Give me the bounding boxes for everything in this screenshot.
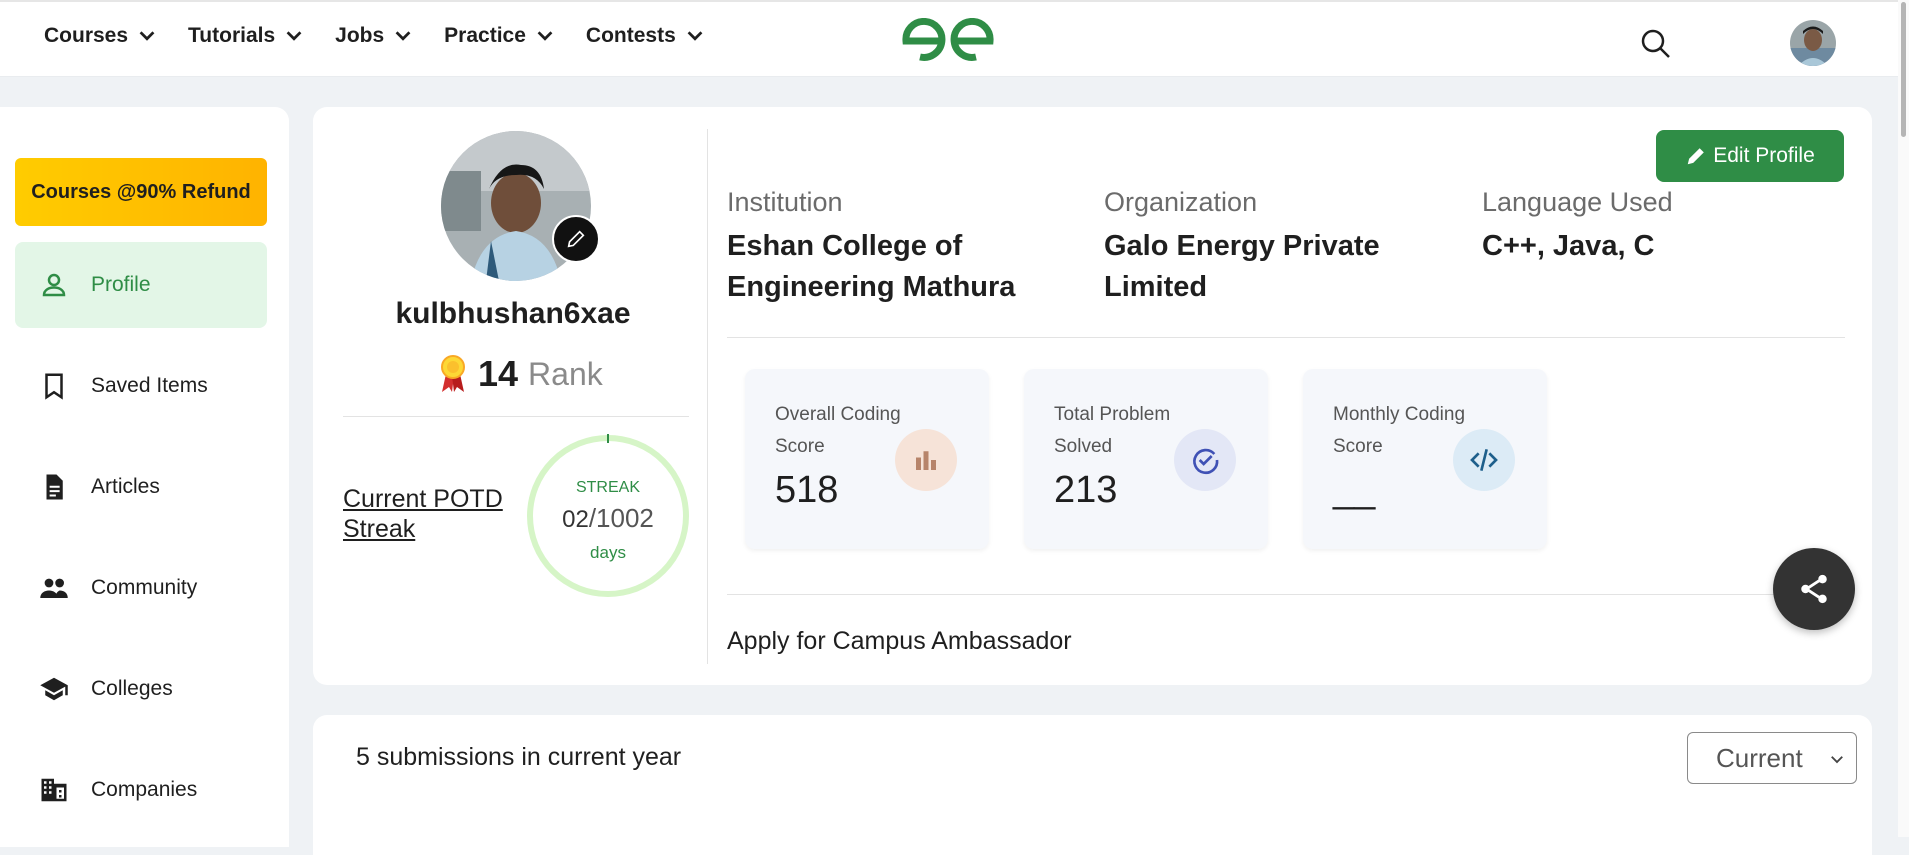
code-icon	[1453, 429, 1515, 491]
nav-practice[interactable]: Practice	[444, 24, 556, 48]
sidebar-item-saved[interactable]: Saved Items	[15, 343, 267, 429]
score-value: 518	[775, 469, 839, 511]
rank-row: 14 Rank	[438, 353, 603, 395]
score-title: Total Problem Solved	[1054, 404, 1171, 457]
courses-refund-button[interactable]: Courses @90% Refund	[15, 158, 267, 226]
rank-label: Rank	[528, 355, 603, 392]
sidebar-item-label: Colleges	[91, 677, 173, 700]
sidebar-item-label: Community	[91, 576, 198, 599]
streak-value: 02/1002	[525, 503, 691, 534]
chevron-down-icon	[687, 31, 703, 41]
year-select-value: Current	[1716, 742, 1803, 773]
chevron-down-icon	[537, 31, 553, 41]
sidebar-item-articles[interactable]: Articles	[15, 444, 267, 530]
graduation-cap-icon	[40, 677, 68, 701]
streak-unit: days	[590, 543, 626, 562]
language-label: Language Used	[1482, 187, 1673, 217]
sidebar-item-profile[interactable]: Profile	[15, 242, 267, 328]
language-block: Language Used C++, Java, C	[1482, 187, 1812, 267]
campus-ambassador-link[interactable]: Apply for Campus Ambassador	[727, 627, 1072, 656]
edit-avatar-button[interactable]	[552, 215, 600, 263]
sidebar-item-community[interactable]: Community	[15, 545, 267, 631]
overall-score-card: Overall Coding Score 518	[745, 369, 989, 549]
submissions-card: 5 submissions in current year Current	[313, 715, 1872, 855]
language-value: C++, Java, C	[1482, 230, 1655, 262]
year-select[interactable]: Current	[1687, 732, 1857, 784]
nav-tutorials[interactable]: Tutorials	[188, 24, 305, 48]
organization-value: Galo Energy Private Limited	[1104, 230, 1380, 303]
institution-label: Institution	[727, 187, 843, 217]
edit-profile-button[interactable]: Edit Profile	[1656, 130, 1844, 182]
sidebar-item-label: Articles	[91, 475, 160, 498]
building-icon	[41, 778, 67, 802]
score-value: 213	[1054, 469, 1118, 511]
edit-profile-label: Edit Profile	[1713, 144, 1815, 167]
nav-jobs-label: Jobs	[335, 24, 385, 47]
share-button[interactable]	[1773, 548, 1855, 630]
divider	[727, 594, 1845, 595]
pencil-icon	[567, 230, 585, 248]
chevron-down-icon	[139, 31, 155, 41]
submissions-summary: 5 submissions in current year	[356, 743, 682, 771]
nav-jobs[interactable]: Jobs	[335, 24, 414, 48]
share-icon	[1801, 574, 1827, 604]
person-icon	[42, 273, 66, 297]
nav-courses[interactable]: Courses	[44, 24, 158, 48]
sidebar: Courses @90% Refund Profile Saved Items …	[0, 107, 289, 847]
pencil-icon	[1687, 148, 1705, 165]
chevron-down-icon	[1831, 756, 1843, 764]
divider	[343, 416, 689, 417]
page-scrollbar[interactable]	[1898, 0, 1909, 837]
sidebar-item-label: Profile	[91, 273, 151, 296]
top-navbar: Courses Tutorials Jobs Practice Contests	[0, 0, 1909, 77]
profile-username: kulbhushan6xae	[395, 297, 631, 330]
article-icon	[46, 474, 63, 500]
monthly-score-card: Monthly Coding Score __	[1303, 369, 1547, 549]
bookmark-icon	[45, 373, 63, 400]
gfg-logo-icon[interactable]	[900, 18, 996, 64]
nav-contests-label: Contests	[585, 24, 676, 47]
institution-value: Eshan College of Engineering Mathura	[727, 230, 1016, 303]
organization-block: Organization Galo Energy Private Limited	[1104, 187, 1434, 308]
sidebar-item-companies[interactable]: Companies	[15, 747, 267, 833]
nav-tutorials-label: Tutorials	[188, 24, 276, 47]
sidebar-item-colleges[interactable]: Colleges	[15, 646, 267, 732]
problems-solved-card: Total Problem Solved 213	[1024, 369, 1268, 549]
user-avatar[interactable]	[1790, 20, 1836, 66]
people-icon	[40, 578, 68, 598]
nav-courses-label: Courses	[44, 24, 129, 47]
vertical-divider	[707, 129, 708, 664]
sidebar-item-label: Saved Items	[91, 374, 208, 397]
chevron-down-icon	[395, 31, 411, 41]
nav-contests[interactable]: Contests	[586, 24, 706, 48]
nav-practice-label: Practice	[444, 24, 526, 47]
institution-block: Institution Eshan College of Engineering…	[727, 187, 1057, 308]
scrollbar-thumb[interactable]	[1901, 2, 1906, 137]
streak-total: 1002	[596, 503, 654, 533]
profile-card: kulbhushan6xae 14 Rank Current POTD Stre…	[313, 107, 1872, 685]
sidebar-item-label: Companies	[91, 778, 198, 801]
main-menu: Courses Tutorials Jobs Practice Contests	[44, 24, 706, 48]
search-icon[interactable]	[1640, 28, 1672, 60]
rank-value: 14	[478, 353, 519, 394]
potd-streak-link[interactable]: Current POTD Streak	[343, 484, 513, 544]
score-value: __	[1333, 469, 1376, 511]
organization-label: Organization	[1104, 187, 1258, 217]
score-title: Overall Coding Score	[775, 404, 901, 457]
score-title: Monthly Coding Score	[1333, 404, 1466, 457]
streak-current: 02	[562, 506, 589, 533]
check-circle-icon	[1174, 429, 1236, 491]
streak-separator: /	[588, 503, 597, 533]
avatar-photo-icon	[1790, 20, 1836, 66]
chevron-down-icon	[286, 31, 302, 41]
bar-chart-icon	[895, 429, 957, 491]
divider	[727, 337, 1845, 338]
rank-medal-icon	[441, 355, 465, 392]
streak-label: STREAK	[575, 479, 640, 496]
